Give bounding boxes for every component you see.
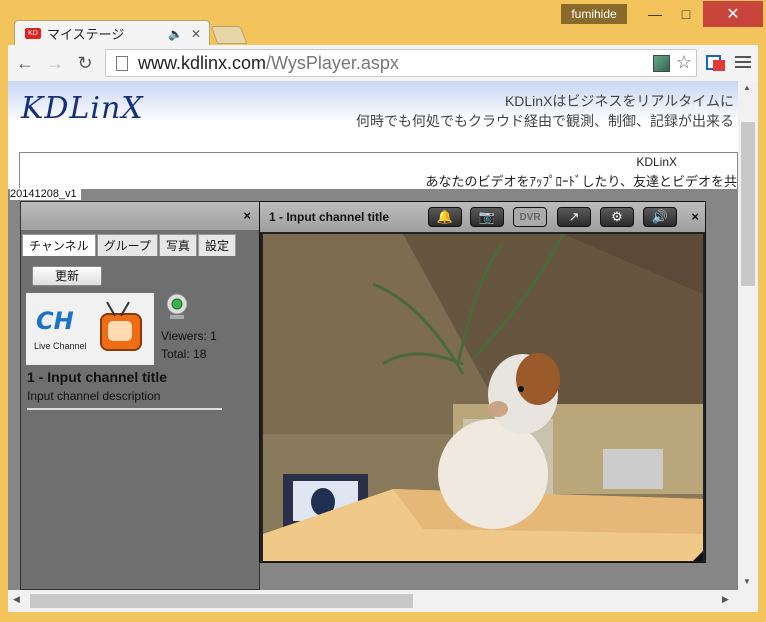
- minimize-button[interactable]: —: [640, 1, 670, 27]
- channel-description: Input channel description: [27, 389, 161, 403]
- tab-group[interactable]: グループ: [96, 234, 158, 256]
- video-image: [263, 234, 703, 561]
- video-frame[interactable]: [263, 234, 703, 561]
- channel-logo-sub: Live Channel: [34, 341, 87, 351]
- close-icon[interactable]: ×: [243, 208, 251, 223]
- viewers-count: Viewers: 1: [161, 329, 217, 343]
- channel-panel-tabs: チャンネル グループ 写真 設定: [21, 230, 259, 256]
- browser-toolbar: ← → ↻ www.kdlinx.com /WysPlayer.aspx ☆: [8, 45, 758, 81]
- tab-settings[interactable]: 設定: [197, 234, 236, 256]
- channel-logo-text: CH: [36, 307, 74, 335]
- channel-title[interactable]: 1 - Input channel title: [27, 369, 167, 385]
- site-header: KDLinX KDLinXはビジネスをリアルタイムに 何時でも何処でもクラウド経…: [8, 81, 738, 151]
- banner-title: KDLinX: [636, 155, 677, 169]
- scroll-left-icon[interactable]: ◀: [13, 594, 20, 605]
- tab-channel[interactable]: チャンネル: [22, 234, 96, 256]
- browser-tab[interactable]: KD マイステージ 🔈 ✕: [14, 20, 210, 46]
- refresh-button[interactable]: 更新: [32, 266, 102, 286]
- url-path: /WysPlayer.aspx: [266, 52, 399, 73]
- gear-icon[interactable]: ⚙: [600, 207, 634, 227]
- channel-thumbnail[interactable]: CH Live Channel: [26, 293, 154, 365]
- volume-icon[interactable]: 🔊: [643, 207, 677, 227]
- tagline-line-2: 何時でも何処でもクラウド経由で観測、制御、記録が出来る: [356, 113, 734, 129]
- scroll-right-icon[interactable]: ▶: [722, 594, 729, 605]
- page-icon: [116, 55, 128, 71]
- address-bar[interactable]: www.kdlinx.com /WysPlayer.aspx ☆: [105, 49, 697, 77]
- speaker-icon[interactable]: 🔈: [168, 27, 183, 41]
- banner: KDLinX あなたのビデオをｱｯﾌﾟﾛｰﾄﾞしたり、友達とビデオを共: [19, 152, 738, 191]
- bookmark-star-icon[interactable]: ☆: [676, 52, 692, 73]
- tv-icon: [100, 301, 142, 351]
- dvr-button[interactable]: DVR: [513, 207, 547, 227]
- banner-text: あなたのビデオをｱｯﾌﾟﾛｰﾄﾞしたり、友達とビデオを共: [425, 174, 737, 189]
- fullscreen-icon[interactable]: ↗: [557, 207, 591, 227]
- divider: [27, 408, 222, 410]
- vertical-scroll-thumb[interactable]: [741, 122, 755, 286]
- tab-title: マイステージ: [47, 27, 125, 42]
- tab-favicon-icon: KD: [25, 28, 41, 39]
- page-viewport: KDLinX KDLinXはビジネスをリアルタイムに 何時でも何処でもクラウド経…: [8, 81, 738, 590]
- tab-photo[interactable]: 写真: [158, 234, 197, 256]
- menu-icon[interactable]: [735, 53, 751, 71]
- webcam-icon: [166, 293, 188, 319]
- close-window-button[interactable]: ✕: [703, 1, 763, 27]
- channel-panel: × チャンネル グループ 写真 設定 更新 CH Live Channel Vi…: [20, 201, 260, 590]
- site-logo[interactable]: KDLinX: [21, 91, 144, 126]
- channel-panel-header[interactable]: ×: [21, 202, 259, 230]
- scroll-down-icon[interactable]: ▼: [743, 577, 751, 586]
- close-icon[interactable]: ×: [691, 209, 699, 224]
- reload-icon[interactable]: ↻: [72, 50, 98, 76]
- horizontal-scrollbar[interactable]: ◀ ▶: [8, 590, 738, 612]
- scroll-up-icon[interactable]: ▲: [743, 83, 751, 92]
- extension-icon[interactable]: [706, 54, 726, 72]
- image-icon[interactable]: [653, 55, 670, 72]
- scroll-corner: [738, 590, 758, 612]
- bell-icon[interactable]: 🔔: [428, 207, 462, 227]
- player-title: 1 - Input channel title: [269, 210, 390, 224]
- horizontal-scroll-thumb[interactable]: [30, 594, 413, 608]
- total-count: Total: 18: [161, 347, 207, 361]
- new-tab-button[interactable]: [210, 26, 248, 44]
- vertical-scrollbar[interactable]: ▲ ▼: [738, 81, 758, 590]
- video-player: 1 - Input channel title 🔔 📷 DVR ↗ ⚙ 🔊 ×: [259, 201, 706, 563]
- back-icon[interactable]: ←: [12, 50, 38, 76]
- tab-close-icon[interactable]: ✕: [191, 27, 201, 41]
- url-host: www.kdlinx.com: [138, 52, 267, 73]
- tagline-line-1: KDLinXはビジネスをリアルタイムに: [504, 93, 734, 109]
- forward-icon[interactable]: →: [42, 50, 68, 76]
- user-badge[interactable]: fumihide: [561, 4, 627, 24]
- maximize-button[interactable]: □: [671, 1, 701, 27]
- version-label: 20141208_v1: [10, 188, 81, 200]
- camera-icon[interactable]: 📷: [470, 207, 504, 227]
- player-header[interactable]: 1 - Input channel title 🔔 📷 DVR ↗ ⚙ 🔊 ×: [260, 202, 705, 232]
